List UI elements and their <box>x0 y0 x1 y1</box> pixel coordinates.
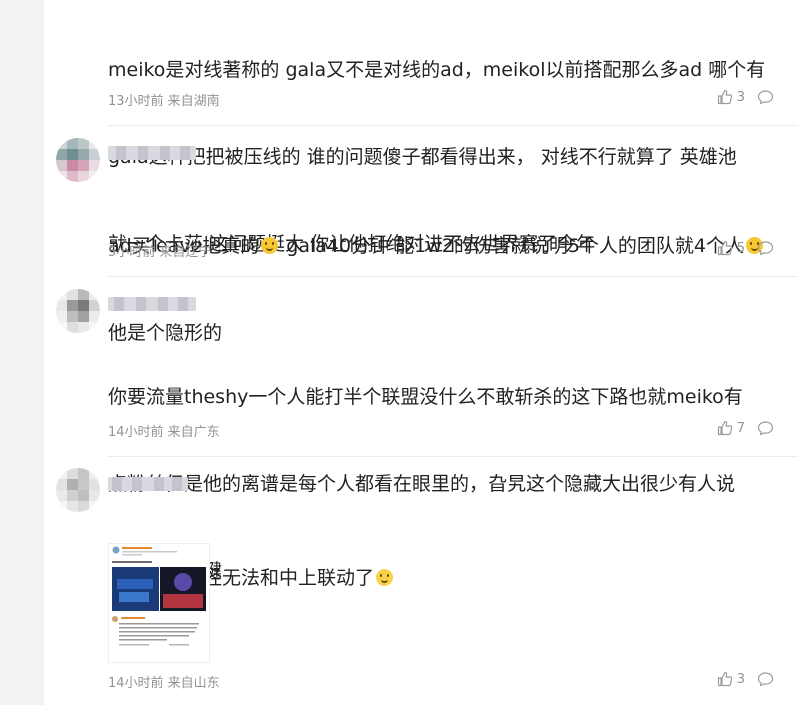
reply-icon[interactable] <box>757 240 774 256</box>
thumbs-up-icon <box>717 240 733 256</box>
comment-meta: 13小时前 来自湖南 <box>108 94 220 109</box>
like-count: 3 <box>736 671 745 687</box>
username-blurred[interactable] <box>108 297 196 311</box>
comment-text-line: meiko是对线著称的 gala又不是对线的ad，meikol以前搭配那么多ad… <box>108 59 766 81</box>
laugh-emoji-icon <box>376 569 394 586</box>
like-count: 5 <box>736 240 745 256</box>
divider <box>108 456 798 457</box>
comment-list: meiko是对线著称的 gala又不是对线的ad，meikol以前搭配那么多ad… <box>44 0 798 705</box>
divider <box>108 276 798 277</box>
thumbs-up-icon <box>717 671 733 687</box>
username-blurred[interactable] <box>108 477 188 491</box>
avatar[interactable] <box>56 468 100 512</box>
thumbs-up-icon <box>717 89 733 105</box>
avatar[interactable] <box>56 138 100 182</box>
like-button[interactable]: 7 <box>717 420 745 436</box>
like-count: 3 <box>736 89 745 105</box>
username-blurred[interactable] <box>108 146 196 160</box>
comment-meta: 14小时前 来自广东 <box>108 425 220 440</box>
reply-icon[interactable] <box>757 89 774 105</box>
thumbs-up-icon <box>717 420 733 436</box>
comment-text-line: 你要流量theshy一个人能打半个联盟没什么不敢斩杀的这下路也就meiko有 <box>108 386 743 408</box>
like-button[interactable]: 3 <box>717 671 745 687</box>
divider <box>108 125 798 126</box>
page: meiko是对线著称的 gala又不是对线的ad，meikol以前搭配那么多ad… <box>0 0 798 705</box>
screenshot-preview-graphic <box>109 544 209 662</box>
smile-emoji-icon <box>261 237 279 254</box>
comment-text-segment: gala40分钟 能1w2的伤害就说明5个人的团队就4个人 <box>280 235 745 257</box>
like-button[interactable]: 5 <box>717 240 745 256</box>
comment-meta: 5小时前 来自辽宁 <box>108 245 212 260</box>
comment-text-line: 点粉丝但是他的离谱是每个人都看在眼里的，旮旯这个隐藏大出很少有人说 <box>108 473 736 495</box>
comment-meta: 14小时前 来自山东 <box>108 676 220 691</box>
reply-icon[interactable] <box>757 671 774 687</box>
reply-icon[interactable] <box>757 420 774 436</box>
like-count: 7 <box>736 420 745 436</box>
comment-text-line: gala这种把把被压线的 谁的问题傻子都看得出来， 对线不行就算了 英雄池 <box>108 146 737 168</box>
like-button[interactable]: 3 <box>717 89 745 105</box>
avatar[interactable] <box>56 289 100 333</box>
attached-image-thumbnail[interactable] <box>108 543 210 663</box>
